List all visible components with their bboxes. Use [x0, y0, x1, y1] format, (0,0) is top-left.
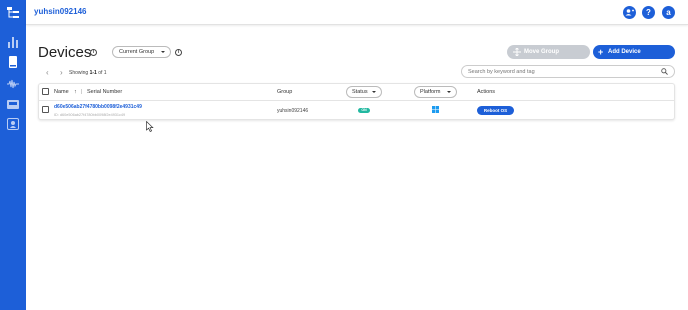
- platform-filter-label: Platform: [420, 89, 441, 95]
- page-title: Devices: [38, 44, 92, 61]
- table-header: Name ↑ | Serial Number Group Status Plat…: [39, 84, 674, 101]
- account-icon[interactable]: a: [662, 6, 675, 19]
- column-serial-number[interactable]: Serial Number: [87, 89, 122, 95]
- add-device-button[interactable]: + Add Device: [593, 45, 675, 59]
- next-page-icon[interactable]: ›: [60, 69, 63, 77]
- sort-asc-icon[interactable]: ↑: [74, 89, 77, 95]
- move-icon: [513, 48, 521, 56]
- chevron-down-icon: [372, 91, 376, 93]
- platform-filter[interactable]: Platform: [414, 86, 457, 98]
- showing-range: 1-1: [89, 70, 97, 76]
- bar-chart-icon[interactable]: [7, 36, 19, 48]
- chevron-down-icon: [161, 51, 165, 53]
- pulse-icon[interactable]: [7, 78, 19, 90]
- inbox-icon[interactable]: [7, 98, 19, 110]
- row-checkbox[interactable]: [42, 106, 49, 113]
- hierarchy-icon[interactable]: [7, 7, 19, 19]
- status-filter[interactable]: Status: [346, 86, 382, 98]
- add-user-icon[interactable]: [623, 6, 636, 19]
- plus-icon: +: [598, 47, 604, 57]
- mouse-cursor-icon: [146, 121, 154, 132]
- search-icon[interactable]: [661, 68, 668, 75]
- top-bar: yuhsin092146 ? a: [26, 0, 688, 25]
- prev-page-icon[interactable]: ‹: [46, 69, 49, 77]
- add-user-glyph: [625, 9, 634, 16]
- reboot-os-button[interactable]: Reboot OS: [477, 106, 514, 115]
- devices-table: Name ↑ | Serial Number Group Status Plat…: [38, 83, 675, 120]
- device-serial-link[interactable]: d60e506ab27f4780bb0098f2e4931c49: [54, 104, 142, 110]
- move-group-label: Move Group: [524, 49, 560, 55]
- help-icon[interactable]: ?: [642, 6, 655, 19]
- add-device-label: Add Device: [608, 49, 641, 55]
- device-group: yuhsin092146: [277, 108, 309, 114]
- user-badge-icon[interactable]: [7, 118, 19, 130]
- showing-prefix: Showing: [69, 70, 90, 76]
- search-input[interactable]: [461, 65, 675, 78]
- pagination-summary: Showing 1-1 of 1: [69, 70, 107, 76]
- chevron-down-icon: [447, 91, 451, 93]
- sidebar: [0, 0, 26, 310]
- status-filter-label: Status: [352, 89, 368, 95]
- status-badge: ON: [358, 108, 370, 113]
- app-root: yuhsin092146 ? a Devices i Current Group…: [0, 0, 688, 310]
- device-icon[interactable]: [7, 56, 19, 68]
- column-name[interactable]: Name: [54, 89, 69, 95]
- group-info-icon[interactable]: i: [175, 49, 182, 56]
- move-group-button[interactable]: Move Group: [507, 45, 590, 59]
- device-id: ID: d60e506ab27f4780bb0098f2e4931c49: [54, 113, 126, 117]
- column-actions: Actions: [477, 89, 496, 95]
- info-icon[interactable]: i: [90, 49, 97, 56]
- workspace-name[interactable]: yuhsin092146: [34, 7, 86, 16]
- column-group: Group: [277, 89, 293, 95]
- column-divider: |: [81, 89, 83, 95]
- showing-suffix: of 1: [96, 70, 107, 76]
- windows-icon: [432, 106, 439, 113]
- current-group-select[interactable]: Current Group: [112, 46, 171, 58]
- current-group-label: Current Group: [119, 49, 155, 55]
- select-all-checkbox[interactable]: [42, 88, 49, 95]
